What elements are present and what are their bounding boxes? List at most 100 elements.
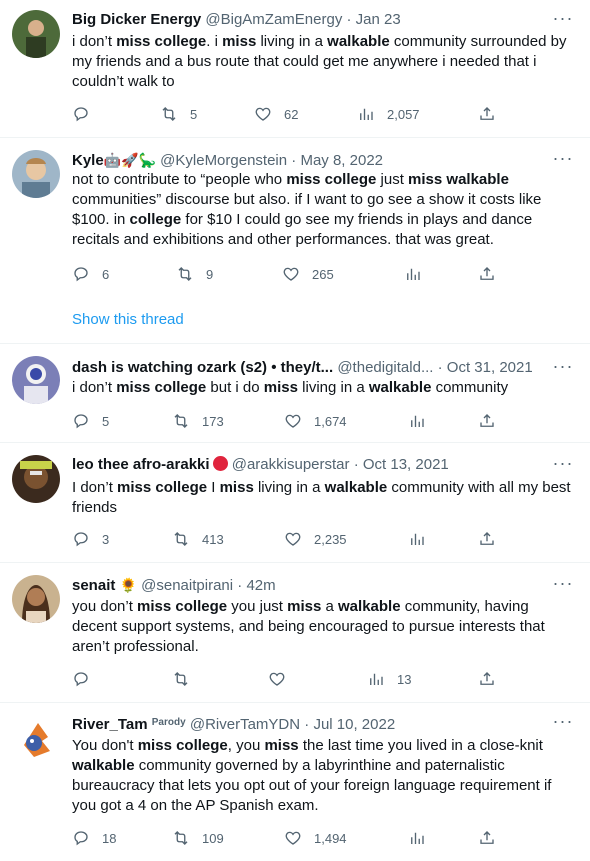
share-button[interactable]	[478, 669, 496, 689]
share-button[interactable]	[478, 411, 496, 431]
tweet-date[interactable]: 42m	[246, 577, 275, 594]
tweet-text: i don’t miss college but i do miss livin…	[72, 378, 577, 398]
text-segment: a	[321, 598, 339, 615]
reply-button[interactable]	[72, 669, 102, 689]
separator: ·	[353, 456, 359, 473]
retweet-button[interactable]: 413	[172, 529, 224, 549]
tweet-header: Big Dicker Energy @BigAmZamEnergy · Jan …	[72, 10, 546, 30]
reply-button[interactable]: 18	[72, 828, 116, 848]
share-button[interactable]	[478, 529, 496, 549]
views-icon	[367, 670, 385, 688]
author-name[interactable]: senait	[72, 577, 115, 594]
like-button[interactable]: 265	[282, 264, 334, 284]
text-segment: living in a	[256, 33, 328, 50]
share-button[interactable]	[478, 264, 496, 284]
author-name[interactable]: Kyle	[72, 152, 104, 169]
like-button[interactable]: 1,674	[284, 411, 347, 431]
more-icon[interactable]: ···	[548, 574, 578, 597]
separator: ·	[304, 716, 310, 733]
avatar[interactable]	[12, 715, 60, 763]
highlighted-term: walkable	[368, 379, 432, 396]
more-icon[interactable]: ···	[548, 149, 578, 172]
text-segment: just	[376, 171, 409, 188]
avatar[interactable]	[12, 10, 60, 58]
text-segment: i don’t	[72, 33, 117, 50]
views-button[interactable]	[408, 828, 438, 848]
tweet-date[interactable]: May 8, 2022	[300, 152, 383, 169]
highlighted-term: miss college	[116, 379, 207, 396]
views-button[interactable]	[404, 264, 434, 284]
reply-icon	[72, 265, 90, 283]
share-button[interactable]	[478, 104, 496, 124]
reply-button[interactable]: 3	[72, 529, 109, 549]
highlighted-term: miss	[287, 598, 322, 615]
like-button[interactable]	[268, 669, 298, 689]
views-button[interactable]	[408, 529, 438, 549]
tweet-3[interactable]: dash is watching ozark (s2) • they/t... …	[0, 344, 590, 443]
tweet-header: senait 🌻 @senaitpirani · 42m	[72, 575, 546, 595]
tweet-date[interactable]: Oct 13, 2021	[363, 456, 449, 473]
highlighted-term: miss college	[137, 737, 228, 754]
avatar[interactable]	[12, 150, 60, 198]
author-name[interactable]: Big Dicker Energy	[72, 11, 201, 28]
text-segment: community	[431, 379, 509, 396]
show-thread-link[interactable]: Show this thread	[72, 310, 184, 330]
author-name[interactable]: River_Tam	[72, 716, 148, 733]
tweet-date[interactable]: Oct 31, 2021	[447, 359, 533, 376]
highlighted-term: miss	[222, 33, 257, 50]
author-name[interactable]: leo thee afro-arakki	[72, 456, 210, 473]
parody-label: Parody	[151, 717, 186, 728]
retweet-count: 173	[202, 413, 224, 429]
views-icon	[408, 530, 426, 548]
author-handle[interactable]: @senaitpirani	[141, 577, 233, 594]
like-button[interactable]: 1,494	[284, 828, 347, 848]
more-icon[interactable]: ···	[548, 9, 578, 32]
author-handle[interactable]: @thedigitald...	[337, 359, 433, 376]
reply-button[interactable]: 6	[72, 264, 109, 284]
author-handle[interactable]: @BigAmZamEnergy	[205, 11, 342, 28]
author-name[interactable]: dash is watching ozark (s2) • they/t...	[72, 359, 333, 376]
avatar[interactable]	[12, 575, 60, 623]
views-button[interactable]: 13	[367, 669, 411, 689]
retweet-button[interactable]: 9	[176, 264, 213, 284]
views-button[interactable]	[408, 411, 438, 431]
highlighted-term: walkable	[338, 598, 401, 615]
text-segment: living in a	[253, 479, 325, 496]
author-handle[interactable]: @RiverTamYDN	[190, 716, 300, 733]
tweet-2[interactable]: Kyle🤖🚀🦕 @KyleMorgenstein · May 8, 2022 ·…	[0, 138, 590, 344]
retweet-count: 9	[206, 266, 214, 282]
reply-button[interactable]	[72, 104, 102, 124]
retweet-button[interactable]: 5	[160, 104, 197, 124]
like-button[interactable]: 2,235	[284, 529, 347, 549]
retweet-button[interactable]	[172, 669, 202, 689]
tweet-4[interactable]: leo thee afro-arakki @arakkisuperstar · …	[0, 443, 590, 563]
share-icon	[478, 412, 496, 430]
avatar[interactable]	[12, 455, 60, 503]
tweet-date[interactable]: Jul 10, 2022	[313, 716, 395, 733]
highlighted-term: miss college	[137, 598, 228, 615]
author-handle[interactable]: @KyleMorgenstein	[160, 152, 287, 169]
reply-button[interactable]: 5	[72, 411, 109, 431]
like-count: 1,494	[314, 830, 347, 846]
tweet-5[interactable]: senait 🌻 @senaitpirani · 42m ··· you don…	[0, 563, 590, 703]
more-icon[interactable]: ···	[548, 454, 578, 477]
retweet-button[interactable]: 173	[172, 411, 224, 431]
more-icon[interactable]: ···	[548, 712, 578, 735]
tweet-header: Kyle🤖🚀🦕 @KyleMorgenstein · May 8, 2022	[72, 150, 546, 170]
reply-count: 5	[102, 413, 110, 429]
share-button[interactable]	[478, 828, 496, 848]
more-icon[interactable]: ···	[548, 357, 578, 380]
tweet-1[interactable]: Big Dicker Energy @BigAmZamEnergy · Jan …	[0, 0, 590, 138]
retweet-button[interactable]: 109	[172, 828, 224, 848]
tweet-date[interactable]: Jan 23	[356, 11, 401, 28]
tweet-6[interactable]: River_Tam Parody @RiverTamYDN · Jul 10, …	[0, 703, 590, 861]
text-segment: I	[207, 479, 220, 496]
tweet-header: dash is watching ozark (s2) • they/t... …	[72, 358, 546, 378]
retweet-count: 109	[202, 830, 224, 846]
avatar[interactable]	[12, 356, 60, 404]
author-handle[interactable]: @arakkisuperstar	[232, 456, 350, 473]
views-button[interactable]: 2,057	[357, 104, 420, 124]
reply-icon	[72, 670, 90, 688]
like-button[interactable]: 62	[254, 104, 298, 124]
tweet-text: i don’t miss college. i miss living in a…	[72, 32, 577, 92]
